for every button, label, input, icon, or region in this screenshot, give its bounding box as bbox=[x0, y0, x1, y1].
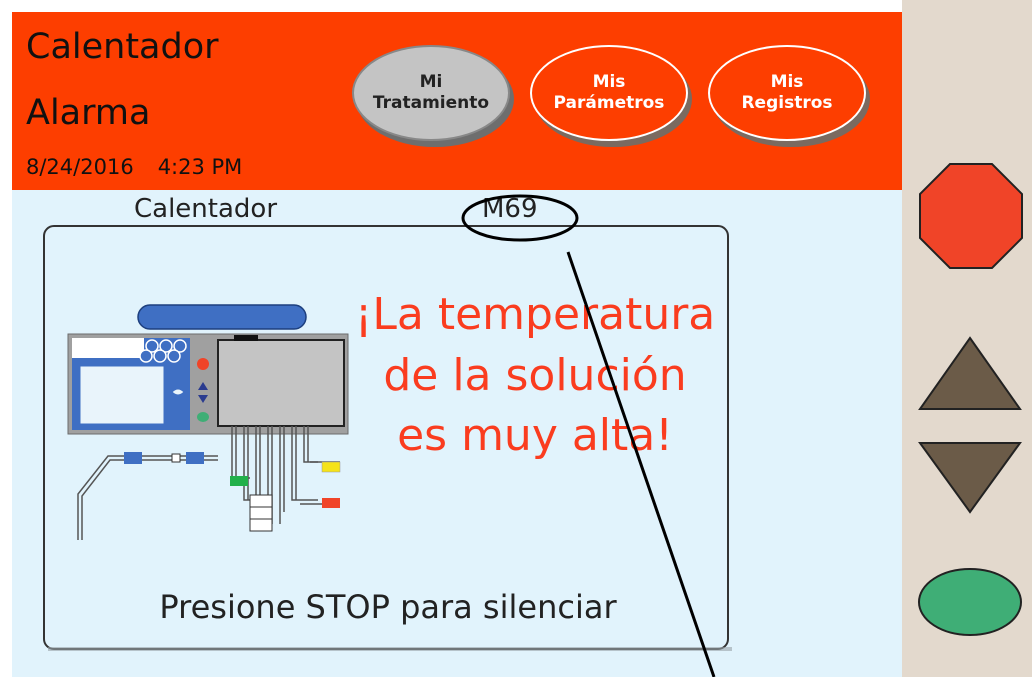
alarm-message-line: de la solución bbox=[383, 349, 687, 401]
triangle-up-icon bbox=[918, 336, 1022, 410]
heater-device-icon bbox=[67, 304, 349, 540]
card-section-label: Calentador bbox=[126, 194, 286, 224]
instruction-text: Presione STOP para silenciar bbox=[159, 588, 617, 626]
stop-octagon-icon bbox=[919, 163, 1023, 269]
up-arrow-button[interactable] bbox=[916, 335, 1024, 413]
alarm-message: ¡La temperatura de la solución es muy al… bbox=[340, 285, 730, 467]
green-oval-icon bbox=[918, 568, 1022, 636]
side-button-panel bbox=[902, 0, 1032, 677]
alarm-message-line: es muy alta! bbox=[397, 410, 673, 462]
card-shadow bbox=[48, 647, 732, 651]
go-button[interactable] bbox=[916, 566, 1024, 638]
alarm-message-line: ¡La temperatura bbox=[354, 289, 716, 340]
down-arrow-button[interactable] bbox=[916, 440, 1024, 516]
alarm-code: M69 bbox=[478, 194, 542, 224]
stop-button[interactable] bbox=[918, 162, 1024, 270]
triangle-down-icon bbox=[918, 442, 1022, 514]
